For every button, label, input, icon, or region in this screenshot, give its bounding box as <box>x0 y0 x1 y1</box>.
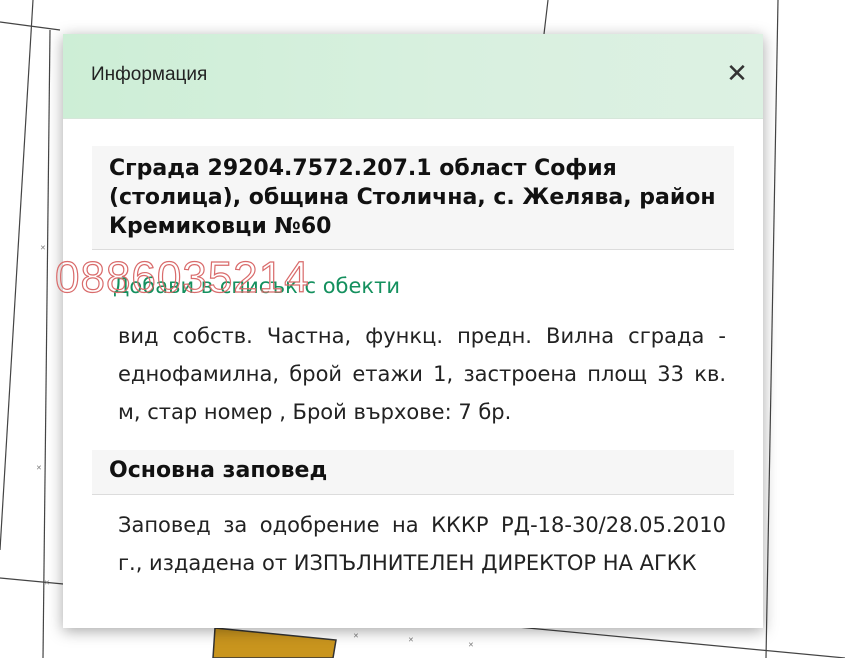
parcel-boundary <box>0 0 34 551</box>
building-properties: вид собств. Частна, функц. предн. Вилна … <box>118 324 726 424</box>
svg-text:✕: ✕ <box>36 464 42 472</box>
svg-text:✕: ✕ <box>408 636 414 644</box>
svg-text:✕: ✕ <box>353 632 359 640</box>
order-title: Основна заповед <box>109 458 328 483</box>
building-title: Сграда 29204.7572.207.1 област София (ст… <box>109 156 716 239</box>
add-to-list-link[interactable]: Добави в списък с обекти <box>113 274 400 298</box>
svg-text:✕: ✕ <box>468 641 474 649</box>
building-parcel <box>212 627 337 658</box>
svg-text:✕: ✕ <box>40 244 46 252</box>
svg-text:✕: ✕ <box>44 579 50 587</box>
info-dialog: Информация ✕ Сграда 29204.7572.207.1 обл… <box>63 34 763 628</box>
order-heading: Основна заповед <box>92 450 734 495</box>
close-icon[interactable]: ✕ <box>725 60 749 86</box>
dialog-title: Информация <box>91 64 208 85</box>
order-text: Заповед за одобрение на КККР РД-18-30/28… <box>118 513 726 575</box>
dialog-header: Информация ✕ <box>63 34 763 119</box>
building-heading: Сграда 29204.7572.207.1 област София (ст… <box>92 146 734 250</box>
